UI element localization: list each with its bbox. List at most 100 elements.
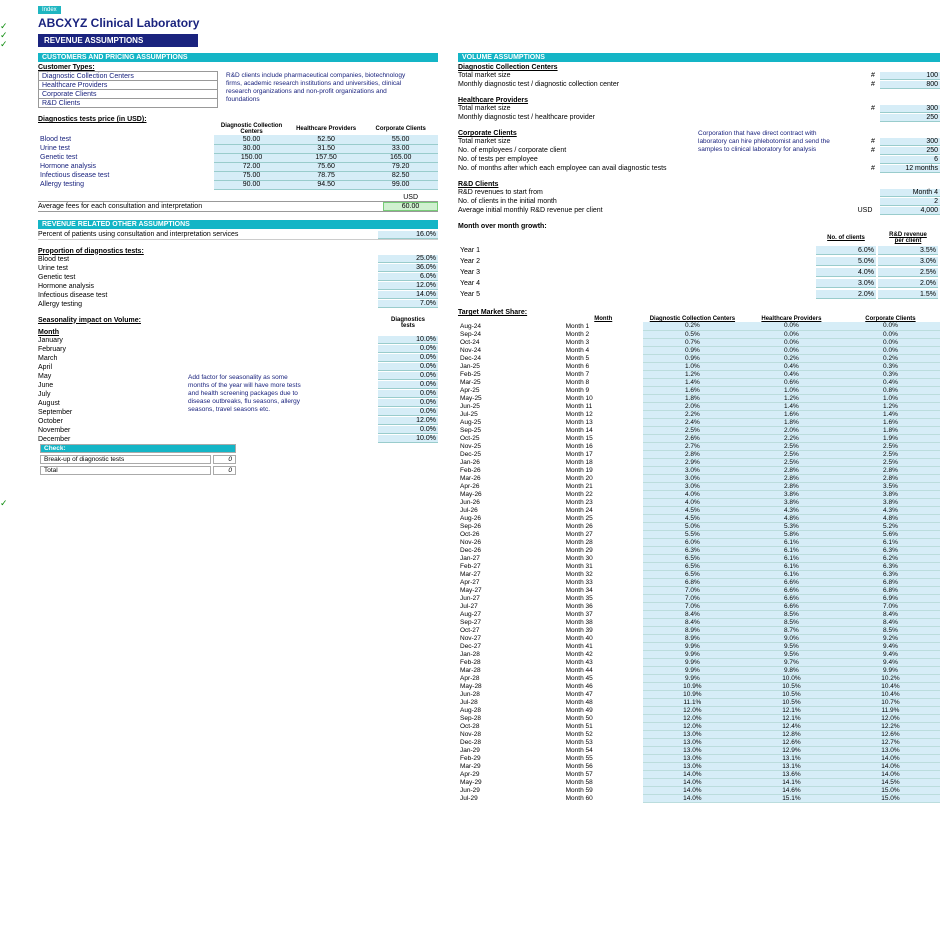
tms-val[interactable]: 0.2% (643, 322, 742, 330)
tms-val[interactable]: 3.8% (742, 498, 841, 506)
tms-val[interactable]: 2.7% (643, 442, 742, 450)
season-val[interactable]: 0.0% (378, 390, 438, 398)
cc-v4[interactable]: 12 months (880, 165, 940, 173)
tms-val[interactable]: 13.0% (643, 746, 742, 754)
season-val[interactable]: 0.0% (378, 372, 438, 380)
mom-a[interactable]: 4.0% (816, 268, 876, 277)
mom-a[interactable]: 5.0% (816, 257, 876, 266)
tms-val[interactable]: 9.4% (841, 650, 940, 658)
tms-val[interactable]: 6.9% (841, 594, 940, 602)
tms-val[interactable]: 2.8% (643, 450, 742, 458)
tms-val[interactable]: 8.4% (643, 610, 742, 618)
tms-val[interactable]: 9.5% (742, 650, 841, 658)
tms-val[interactable]: 5.3% (742, 522, 841, 530)
tms-val[interactable]: 8.5% (841, 626, 940, 634)
rd-v2[interactable]: 2 (880, 198, 940, 206)
tms-val[interactable]: 0.9% (643, 354, 742, 362)
tms-val[interactable]: 14.0% (841, 770, 940, 778)
tms-val[interactable]: 1.8% (643, 394, 742, 402)
tms-val[interactable]: 2.5% (742, 458, 841, 466)
tms-val[interactable]: 9.9% (643, 666, 742, 674)
tms-val[interactable]: 1.4% (841, 410, 940, 418)
tms-val[interactable]: 2.2% (643, 410, 742, 418)
tms-val[interactable]: 6.1% (742, 538, 841, 546)
tms-val[interactable]: 3.5% (841, 482, 940, 490)
tms-val[interactable]: 6.3% (841, 570, 940, 578)
tms-val[interactable]: 14.0% (643, 770, 742, 778)
price-cell[interactable]: 79.20 (363, 162, 438, 171)
tms-val[interactable]: 9.5% (742, 642, 841, 650)
price-cell[interactable]: 30.00 (214, 144, 289, 153)
tms-val[interactable]: 4.3% (742, 506, 841, 514)
tms-val[interactable]: 12.7% (841, 738, 940, 746)
price-cell[interactable]: 72.00 (214, 162, 289, 171)
tms-val[interactable]: 7.0% (643, 602, 742, 610)
tms-val[interactable]: 6.0% (643, 538, 742, 546)
tms-val[interactable]: 7.0% (841, 602, 940, 610)
tms-val[interactable]: 6.5% (643, 562, 742, 570)
prop-row-val[interactable]: 14.0% (378, 291, 438, 299)
tms-val[interactable]: 2.8% (841, 474, 940, 482)
tms-val[interactable]: 15.0% (841, 794, 940, 802)
tms-val[interactable]: 2.5% (643, 426, 742, 434)
tms-val[interactable]: 9.0% (742, 634, 841, 642)
pct-consult-val[interactable]: 16.0% (378, 231, 438, 239)
price-cell[interactable]: 52.50 (289, 135, 364, 144)
avg-fees-val[interactable]: 60.00 (383, 202, 438, 211)
tms-val[interactable]: 12.0% (643, 722, 742, 730)
tms-val[interactable]: 11.1% (643, 698, 742, 706)
tms-val[interactable]: 8.9% (643, 634, 742, 642)
tms-val[interactable]: 2.5% (841, 450, 940, 458)
mom-b[interactable]: 3.5% (878, 246, 938, 255)
tms-val[interactable]: 2.6% (643, 434, 742, 442)
tms-val[interactable]: 1.2% (841, 402, 940, 410)
tms-val[interactable]: 10.5% (742, 690, 841, 698)
tms-val[interactable]: 3.0% (643, 466, 742, 474)
tms-val[interactable]: 0.5% (643, 330, 742, 338)
tms-val[interactable]: 14.6% (742, 786, 841, 794)
tms-val[interactable]: 6.1% (841, 538, 940, 546)
tms-val[interactable]: 3.8% (841, 498, 940, 506)
tms-val[interactable]: 6.8% (643, 578, 742, 586)
tms-val[interactable]: 14.5% (841, 778, 940, 786)
tms-val[interactable]: 14.0% (841, 762, 940, 770)
tms-val[interactable]: 12.8% (742, 730, 841, 738)
tms-val[interactable]: 6.6% (742, 602, 841, 610)
tms-val[interactable]: 0.9% (643, 346, 742, 354)
tms-val[interactable]: 4.0% (643, 498, 742, 506)
tms-val[interactable]: 2.9% (643, 458, 742, 466)
season-val[interactable]: 0.0% (378, 408, 438, 416)
tms-val[interactable]: 8.5% (742, 610, 841, 618)
tms-val[interactable]: 5.5% (643, 530, 742, 538)
tms-val[interactable]: 1.8% (742, 418, 841, 426)
mom-a[interactable]: 3.0% (816, 279, 876, 288)
tms-val[interactable]: 10.2% (841, 674, 940, 682)
season-val[interactable]: 0.0% (378, 399, 438, 407)
tms-val[interactable]: 8.4% (841, 610, 940, 618)
tms-val[interactable]: 0.0% (841, 338, 940, 346)
tms-val[interactable]: 6.6% (742, 594, 841, 602)
prop-row-val[interactable]: 7.0% (378, 300, 438, 308)
tms-val[interactable]: 5.0% (643, 522, 742, 530)
tms-val[interactable]: 9.9% (841, 666, 940, 674)
tms-val[interactable]: 6.1% (742, 562, 841, 570)
tms-val[interactable]: 4.8% (742, 514, 841, 522)
tms-val[interactable]: 2.8% (742, 482, 841, 490)
hp-v2[interactable]: 250 (880, 114, 940, 122)
tms-val[interactable]: 9.7% (742, 658, 841, 666)
index-button[interactable]: Index (38, 6, 61, 14)
tms-val[interactable]: 12.0% (841, 714, 940, 722)
tms-val[interactable]: 10.5% (742, 682, 841, 690)
price-cell[interactable]: 99.00 (363, 180, 438, 189)
tms-val[interactable]: 0.0% (742, 330, 841, 338)
tms-val[interactable]: 13.0% (841, 746, 940, 754)
tms-val[interactable]: 9.9% (643, 650, 742, 658)
tms-val[interactable]: 0.4% (841, 378, 940, 386)
hp-v1[interactable]: 300 (880, 105, 940, 113)
price-cell[interactable]: 33.00 (363, 144, 438, 153)
tms-val[interactable]: 12.4% (742, 722, 841, 730)
tms-val[interactable]: 1.9% (841, 434, 940, 442)
tms-val[interactable]: 4.5% (643, 506, 742, 514)
tms-val[interactable]: 5.8% (742, 530, 841, 538)
tms-val[interactable]: 1.0% (742, 386, 841, 394)
